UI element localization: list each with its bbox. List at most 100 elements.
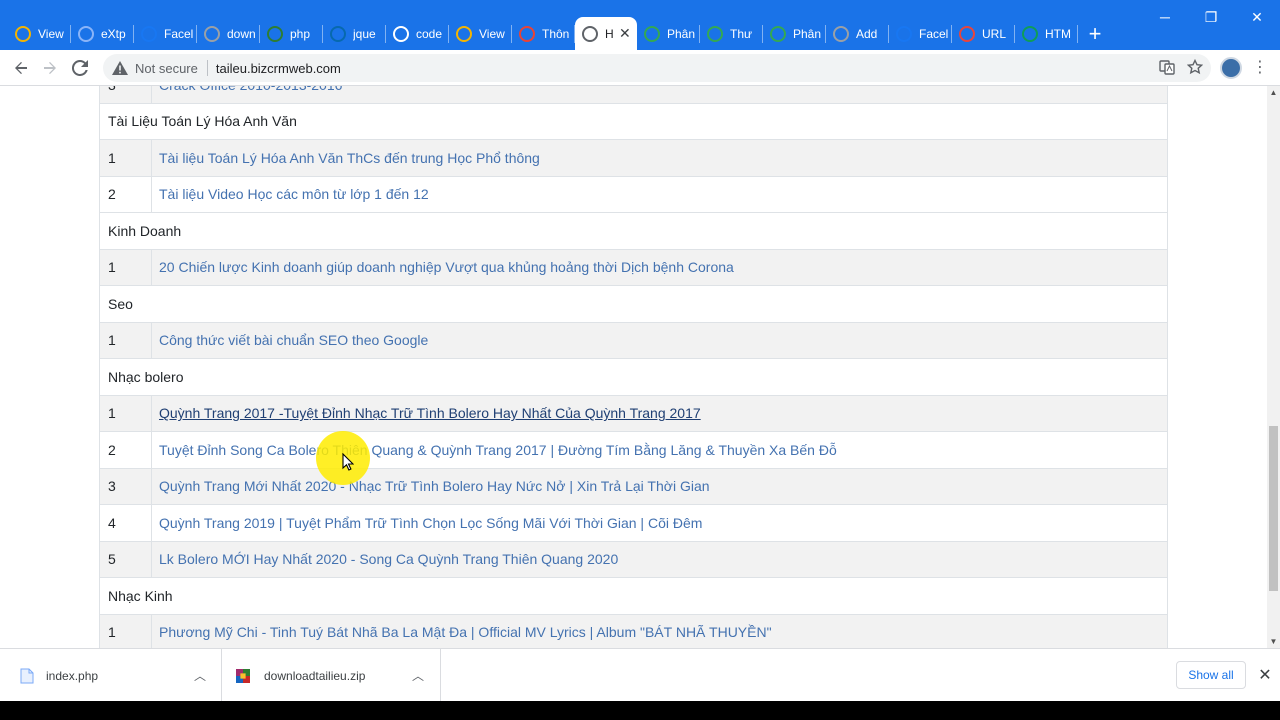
tab-label: jque xyxy=(353,26,376,41)
table-row: 5 Lk Bolero MỚI Hay Nhất 2020 - Song Ca Q… xyxy=(99,540,1168,577)
close-window-button[interactable]: ✕ xyxy=(1234,0,1280,34)
close-icon[interactable]: ✕ xyxy=(1256,665,1274,685)
chevron-up-icon[interactable]: ︿ xyxy=(192,667,208,683)
html-icon xyxy=(1022,25,1038,42)
document-link[interactable]: Tài liệu Video Học các môn từ lớp 1 đến … xyxy=(159,186,429,202)
show-all-button[interactable]: Show all xyxy=(1176,661,1246,689)
table-row: 1 Công thức viết bài chuẩn SEO theo Googl… xyxy=(99,321,1168,359)
browser-tab[interactable]: URL xyxy=(952,17,1015,50)
forward-button[interactable] xyxy=(37,55,63,81)
browser-tab[interactable]: code xyxy=(386,17,449,50)
browser-tab[interactable]: Add xyxy=(826,17,889,50)
browser-tab[interactable]: View xyxy=(449,17,512,50)
row-cell: Crack Office 2010-2013-2016 xyxy=(152,86,342,103)
security-label[interactable]: Not secure xyxy=(135,61,198,76)
scroll-up-icon[interactable]: ▲ xyxy=(1267,86,1280,99)
table-row: 1 Phương Mỹ Chi - Tinh Tuý Bát Nhã Ba La … xyxy=(99,613,1168,648)
maximize-button[interactable]: ❐ xyxy=(1188,0,1234,34)
arrow-right-icon xyxy=(44,62,56,74)
reload-button[interactable] xyxy=(67,55,93,81)
document-link[interactable]: Công thức viết bài chuẩn SEO theo Google xyxy=(159,332,428,348)
tab-label: php xyxy=(290,26,311,41)
row-number: 4 xyxy=(100,505,152,541)
browser-toolbar: Not secure taileu.bizcrmweb.com ⋮ xyxy=(0,50,1280,86)
download-filename: index.php xyxy=(46,668,99,683)
close-tab-icon[interactable]: ✕ xyxy=(619,25,631,42)
address-actions xyxy=(1159,59,1203,75)
category-title: Tài Liệu Toán Lý Hóa Anh Văn xyxy=(108,113,297,130)
chevron-up-icon[interactable]: ︿ xyxy=(410,667,426,683)
document-link[interactable]: Phương Mỹ Chi - Tinh Tuý Bát Nhã Ba La M… xyxy=(159,624,772,640)
warning-icon[interactable] xyxy=(112,61,128,75)
browser-tab[interactable]: Thư xyxy=(700,17,763,50)
browser-tab[interactable]: Facel xyxy=(134,17,197,50)
document-link[interactable]: 20 Chiến lược Kinh doanh giúp doanh nghi… xyxy=(159,259,734,275)
google-drive-icon xyxy=(770,25,786,42)
browser-tab[interactable]: Phân xyxy=(637,17,700,50)
document-link[interactable]: Crack Office 2010-2013-2016 xyxy=(159,86,342,93)
kebab-menu-icon[interactable]: ⋮ xyxy=(1252,58,1268,78)
browser-tab[interactable]: Thôn xyxy=(512,17,575,50)
row-number: 1 xyxy=(100,249,152,285)
new-tab-button[interactable]: + xyxy=(1078,17,1112,50)
document-link[interactable]: Lk Bolero MỚI Hay Nhất 2020 - Song Ca Qu… xyxy=(159,551,618,567)
google-icon xyxy=(393,25,409,42)
document-link[interactable]: Tuyệt Đỉnh Song Ca Bolero Thiên Quang & … xyxy=(159,442,837,458)
app-icon xyxy=(78,25,94,42)
tab-label: View xyxy=(38,26,64,41)
row-number: 3 xyxy=(100,86,152,103)
browser-tab[interactable]: jque xyxy=(323,17,386,50)
download-item[interactable]: index.php ︿ xyxy=(0,649,222,702)
category-title: Seo xyxy=(108,295,133,312)
page-content: 3 Crack Office 2010-2013-2016 Tài Liệu Toá… xyxy=(0,86,1267,648)
document-link[interactable]: Quỳnh Trang Mới Nhất 2020 - Nhạc Trữ Tìn… xyxy=(159,478,710,494)
tab-label: View xyxy=(479,26,505,41)
google-drive-icon xyxy=(15,25,31,42)
tab-label: Add xyxy=(856,26,878,41)
browser-tab[interactable]: H ✕ xyxy=(575,17,637,50)
row-cell: Công thức viết bài chuẩn SEO theo Google xyxy=(152,323,428,359)
browser-tab[interactable]: View xyxy=(8,17,71,50)
tab-label: code xyxy=(416,26,443,41)
row-cell: 20 Chiến lược Kinh doanh giúp doanh nghi… xyxy=(152,250,734,286)
row-number: 1 xyxy=(100,614,152,648)
jquery-icon xyxy=(330,25,346,42)
scrollbar-thumb[interactable] xyxy=(1269,426,1278,591)
document-table: 3 Crack Office 2010-2013-2016 Tài Liệu Toá… xyxy=(99,86,1168,648)
tab-label: eXtp xyxy=(101,26,126,41)
tab-label: down xyxy=(227,26,256,41)
download-item[interactable]: downloadtailieu.zip ︿ xyxy=(222,649,441,702)
translate-icon[interactable] xyxy=(1159,59,1175,75)
category-row: Seo xyxy=(99,285,1168,322)
screen-border xyxy=(0,701,1280,720)
scroll-down-icon[interactable]: ▼ xyxy=(1267,635,1280,648)
back-button[interactable] xyxy=(8,55,34,81)
document-link[interactable]: Quỳnh Trang 2019 | Tuyệt Phẩm Trữ Tình C… xyxy=(159,515,702,531)
tab-label: Phân xyxy=(667,26,696,41)
browser-tab[interactable]: Facel xyxy=(889,17,952,50)
vertical-scrollbar[interactable]: ▲ ▼ xyxy=(1267,86,1280,648)
row-number: 5 xyxy=(100,541,152,577)
browser-tab[interactable]: HTM xyxy=(1015,17,1078,50)
profile-avatar[interactable] xyxy=(1220,57,1242,79)
category-title: Kinh Doanh xyxy=(108,222,182,239)
tab-label: URL xyxy=(982,26,1007,41)
document-link[interactable]: Tài liệu Toán Lý Hóa Anh Văn ThCs đến tr… xyxy=(159,150,540,166)
url-text[interactable]: taileu.bizcrmweb.com xyxy=(216,61,341,76)
browser-tab[interactable]: php xyxy=(260,17,323,50)
row-number: 2 xyxy=(100,432,152,468)
row-cell: Quỳnh Trang 2019 | Tuyệt Phẩm Trữ Tình C… xyxy=(152,505,702,541)
globe-icon xyxy=(582,25,598,42)
browser-tab[interactable]: eXtp xyxy=(71,17,134,50)
browser-tab[interactable]: Phân xyxy=(763,17,826,50)
browser-tab[interactable]: down xyxy=(197,17,260,50)
table-row: 3 Crack Office 2010-2013-2016 xyxy=(99,86,1168,103)
address-bar[interactable]: Not secure taileu.bizcrmweb.com xyxy=(103,54,1211,82)
row-cell: Tài liệu Toán Lý Hóa Anh Văn ThCs đến tr… xyxy=(152,140,540,176)
star-icon[interactable] xyxy=(1187,59,1203,75)
divider xyxy=(206,60,208,76)
category-row: Kinh Doanh xyxy=(99,212,1168,249)
minimize-button[interactable]: ─ xyxy=(1142,0,1188,34)
mouse-cursor-icon xyxy=(342,453,354,471)
document-link[interactable]: Quỳnh Trang 2017 -Tuyệt Đỉnh Nhạc Trữ Tì… xyxy=(159,405,701,421)
